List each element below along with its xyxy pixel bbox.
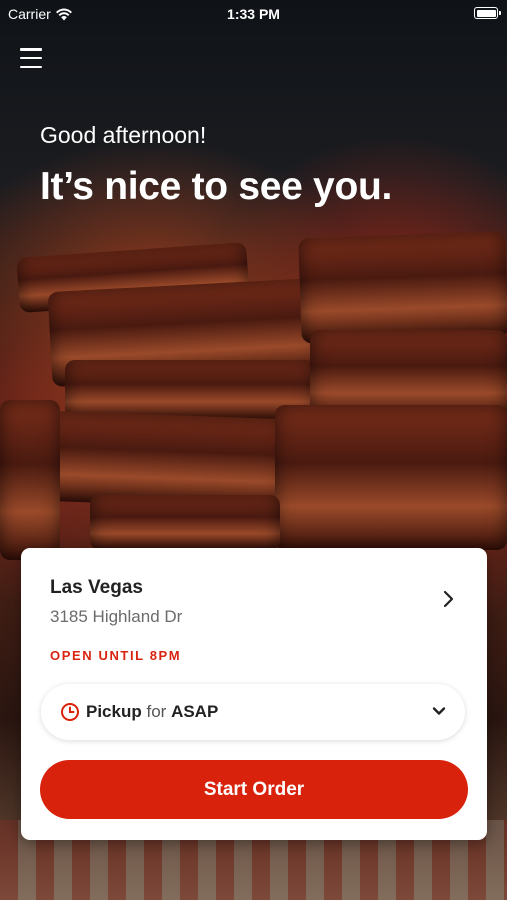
hamburger-icon — [20, 48, 42, 51]
battery-icon — [474, 7, 501, 19]
start-order-button[interactable]: Start Order — [40, 760, 468, 819]
store-card: Las Vegas 3185 Highland Dr OPEN UNTIL 8P… — [21, 548, 487, 840]
hamburger-icon-line — [20, 56, 42, 60]
order-timing: ASAP — [171, 702, 219, 721]
food-image-part — [298, 231, 507, 344]
status-time: 1:33 PM — [227, 6, 280, 22]
order-method: Pickup — [86, 702, 142, 721]
order-mode-text: Pickup for ASAP — [86, 702, 218, 722]
chevron-right-icon[interactable] — [437, 588, 459, 610]
welcome-headline: It’s nice to see you. — [40, 165, 393, 208]
store-name[interactable]: Las Vegas — [50, 577, 143, 599]
greeting-text: Good afternoon! — [40, 122, 207, 148]
order-mode-connector: for — [146, 702, 167, 721]
food-image-part — [90, 495, 280, 550]
order-mode-selector[interactable]: Pickup for ASAP — [41, 684, 465, 740]
store-hours-status: OPEN UNTIL 8PM — [50, 648, 182, 663]
food-image-part — [275, 405, 507, 550]
chevron-down-icon[interactable] — [431, 703, 447, 719]
hamburger-menu-button[interactable] — [20, 48, 42, 68]
clock-icon — [61, 703, 79, 721]
store-address[interactable]: 3185 Highland Dr — [50, 607, 182, 627]
status-bar: Carrier 1:33 PM — [0, 0, 507, 28]
hamburger-icon-line — [20, 65, 42, 68]
food-image-part — [0, 400, 60, 560]
